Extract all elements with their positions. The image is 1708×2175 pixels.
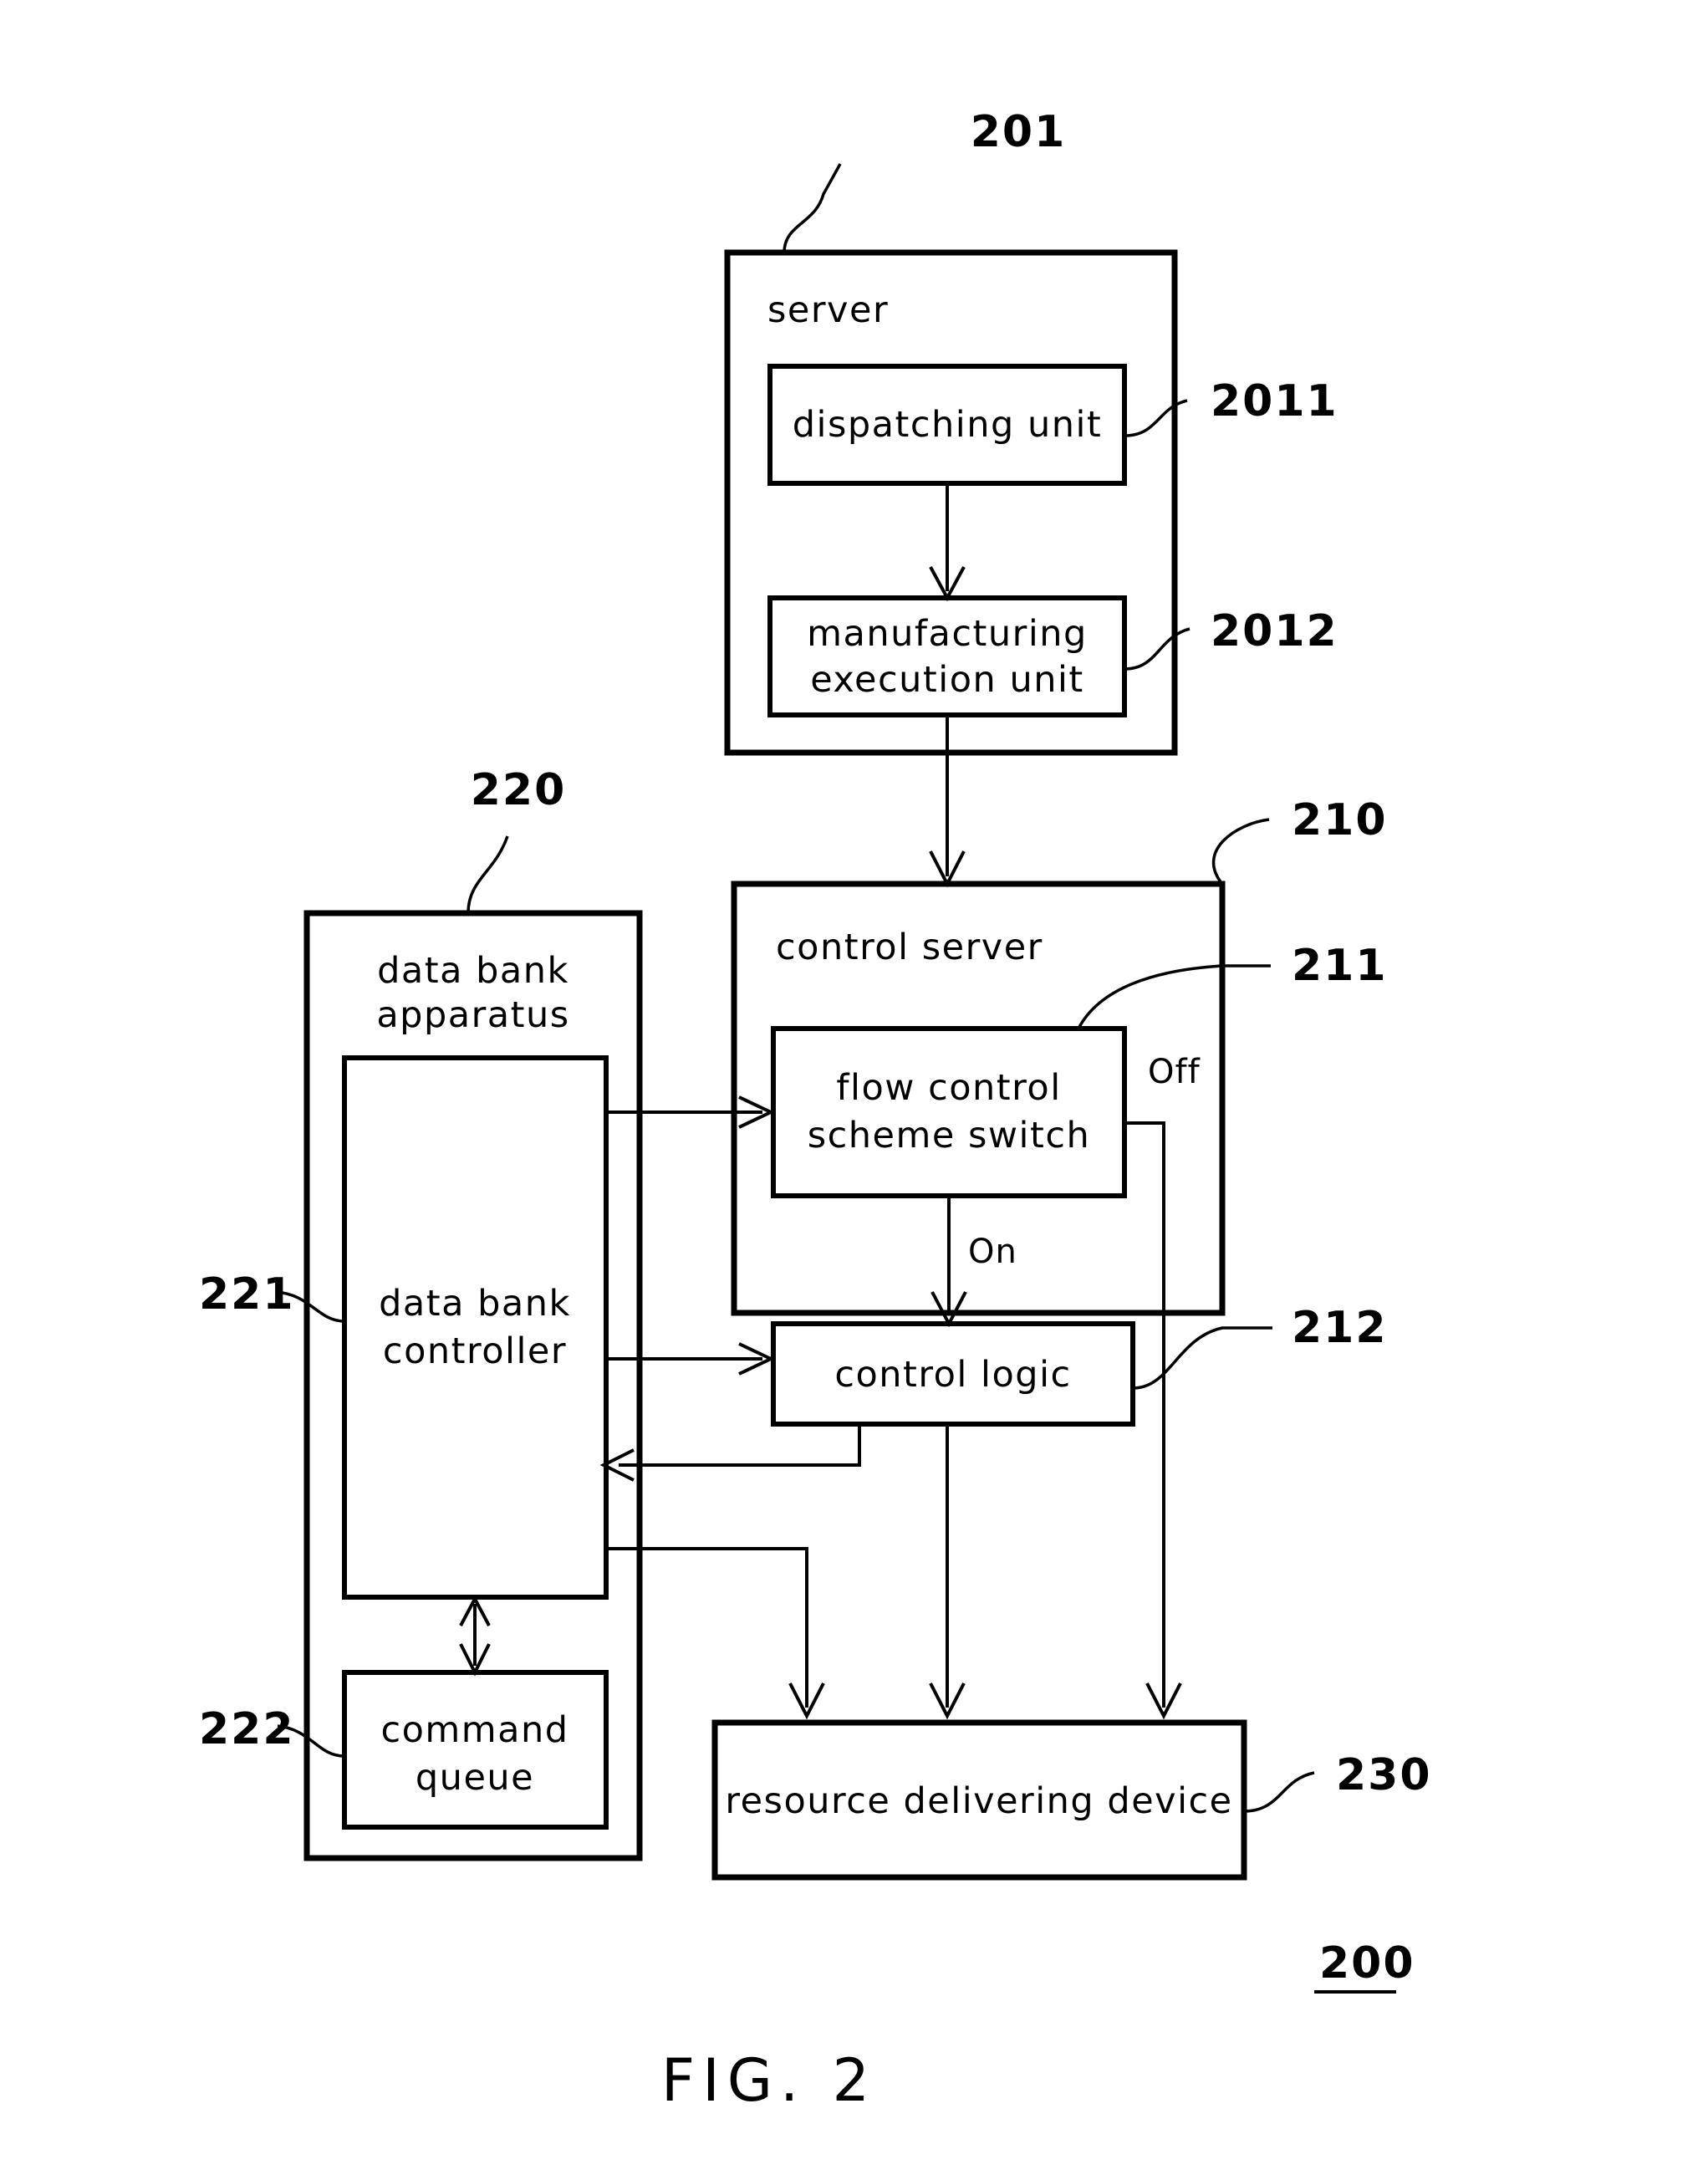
flow-control-scheme-switch-label-line1: flow control (836, 1067, 1061, 1109)
ref-2012: 2012 (1211, 606, 1338, 656)
edge-control-logic-to-controller (619, 1424, 861, 1467)
ref-230: 230 (1336, 1750, 1432, 1800)
leader-2011 (1124, 399, 1188, 437)
figure-caption: FIG. 2 (661, 2046, 877, 2115)
edge-controller-to-resource-device (606, 1547, 808, 1708)
system-ref-200: 200 (1319, 1938, 1415, 1989)
leader-211 (1077, 964, 1271, 1029)
server-title: server (767, 289, 889, 331)
leader-230 (1243, 1771, 1315, 1813)
leader-210 (1211, 818, 1270, 886)
leader-2012 (1124, 627, 1191, 671)
ref-222: 222 (199, 1704, 295, 1754)
patent-figure-sheet: server 201 dispatching unit 2011 manufac… (0, 0, 1708, 2175)
resource-delivering-device-label: resource delivering device (725, 1780, 1232, 1822)
data-bank-controller-box (342, 1055, 609, 1600)
control-logic-label: control logic (834, 1354, 1071, 1396)
manufacturing-execution-unit-label-line1: manufacturing (807, 613, 1088, 655)
data-bank-controller-label-line1: data bank (379, 1283, 571, 1325)
dispatching-unit-label: dispatching unit (793, 404, 1103, 446)
data-bank-controller-label-line2: controller (383, 1330, 567, 1372)
leader-212 (1132, 1326, 1272, 1390)
data-bank-apparatus-title-line1: data bank (377, 950, 569, 992)
ref-201: 201 (971, 107, 1067, 157)
edge-label-off: Off (1148, 1053, 1201, 1091)
ref-220: 220 (471, 765, 567, 815)
edge-label-on: On (968, 1233, 1017, 1271)
ref-221: 221 (199, 1269, 295, 1320)
manufacturing-execution-unit-label-line2: execution unit (810, 659, 1084, 701)
leader-201 (783, 163, 842, 253)
command-queue-label-line2: queue (416, 1757, 534, 1799)
data-bank-apparatus-title-line2: apparatus (376, 994, 569, 1036)
control-server-title: control server (776, 927, 1043, 968)
ref-211: 211 (1292, 941, 1388, 991)
flow-control-scheme-switch-box (771, 1026, 1127, 1198)
leader-220 (467, 835, 509, 914)
flow-control-scheme-switch-label-line2: scheme switch (808, 1115, 1091, 1156)
ref-2011: 2011 (1211, 376, 1338, 426)
diagram-canvas: server 201 dispatching unit 2011 manufac… (199, 107, 1432, 2115)
ref-212: 212 (1292, 1303, 1388, 1353)
ref-210: 210 (1292, 795, 1388, 845)
command-queue-label-line1: command (380, 1709, 568, 1751)
